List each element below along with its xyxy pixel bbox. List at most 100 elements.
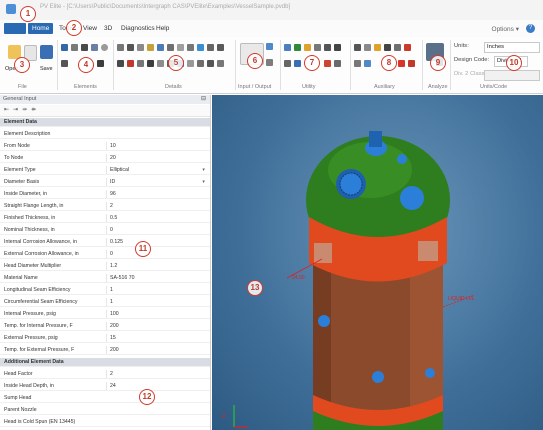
tab-help[interactable]: Help (152, 23, 173, 34)
property-row[interactable]: Head Diameter Multiplier 1.2 (0, 262, 210, 272)
pin-icon[interactable]: ⊟ (201, 95, 206, 102)
units-utility-icon[interactable] (304, 44, 311, 51)
property-row[interactable]: Inside Head Depth, in 24 (0, 382, 210, 392)
property-row[interactable]: Sump Head (0, 394, 210, 404)
report-icon[interactable] (266, 59, 273, 66)
tab-3d[interactable]: 3D (100, 23, 116, 34)
support-icon[interactable] (217, 60, 224, 67)
property-row[interactable]: Element Description (0, 130, 210, 140)
edit-utility-icon[interactable] (284, 60, 291, 67)
property-value[interactable]: SA-516 70 (106, 274, 206, 282)
list-aux-icon[interactable] (354, 60, 361, 67)
red-square-icon[interactable] (398, 60, 405, 67)
property-row[interactable]: External Corrosion Allowance, in 0 (0, 250, 210, 260)
flag-icon[interactable] (404, 44, 411, 51)
drawing-icon[interactable] (354, 44, 361, 51)
tools-utility-icon[interactable] (314, 44, 321, 51)
tab-home[interactable]: Home (28, 23, 54, 34)
sphere-element-icon[interactable] (101, 44, 108, 51)
liquid-icon[interactable] (197, 44, 204, 51)
file-menu-button[interactable] (4, 23, 26, 34)
property-value[interactable]: 200 (106, 322, 206, 330)
seismic-icon[interactable] (187, 60, 194, 67)
dxf-icon[interactable] (394, 44, 401, 51)
property-row[interactable]: Longitudinal Seam Efficiency 1 (0, 286, 210, 296)
calculator-icon[interactable] (284, 44, 291, 51)
material-db-icon[interactable] (294, 44, 301, 51)
property-value[interactable]: 1 (106, 298, 206, 306)
clip-icon[interactable] (157, 60, 164, 67)
save-file-icon[interactable] (40, 45, 53, 59)
table-utility-icon[interactable] (294, 60, 301, 67)
property-value[interactable]: ID (106, 178, 206, 186)
property-row[interactable]: External Pressure, psig 15 (0, 334, 210, 344)
property-row[interactable]: Circumferential Seam Efficiency 1 (0, 298, 210, 308)
property-value[interactable]: 0.5 (106, 214, 206, 222)
options-menu[interactable]: Options ▾ (492, 25, 519, 33)
property-row[interactable]: Inside Diameter, in 96 (0, 190, 210, 200)
search-utility-icon[interactable] (324, 44, 331, 51)
dropdown-arrow-icon[interactable]: ▾ (202, 178, 205, 186)
cylinder-element-icon[interactable] (61, 44, 68, 51)
weight-detail-icon[interactable] (137, 44, 144, 51)
lug-icon[interactable] (217, 44, 224, 51)
back-arrow-icon[interactable]: ⇤ (4, 106, 9, 113)
flange-element-icon[interactable] (91, 44, 98, 51)
units-select[interactable]: Inches (484, 42, 540, 53)
property-value[interactable]: Elliptical (106, 166, 206, 174)
collapse-icon[interactable]: ⇻ (31, 106, 36, 113)
property-row[interactable]: Internal Corrosion Allowance, in 0.125 (0, 238, 210, 248)
property-row[interactable]: Parent Nozzle (0, 406, 210, 416)
property-value[interactable]: 0 (106, 226, 206, 234)
red-square-alt-icon[interactable] (408, 60, 415, 67)
property-row[interactable]: Temp. for External Pressure, F 200 (0, 346, 210, 356)
property-row[interactable]: Head is Cold Spun (EN 13445) (0, 418, 210, 428)
property-row[interactable]: From Node 10 (0, 142, 210, 152)
tray-icon[interactable] (207, 44, 214, 51)
help-icon[interactable]: ? (526, 24, 535, 33)
measure-icon[interactable] (374, 44, 381, 51)
graph-utility-icon[interactable] (324, 60, 331, 67)
halfpipe-icon[interactable] (137, 60, 144, 67)
property-value[interactable]: 10 (106, 142, 206, 150)
property-row[interactable]: Nominal Thickness, in 0 (0, 226, 210, 236)
force-moment-icon[interactable] (147, 44, 154, 51)
anchor-icon[interactable] (207, 60, 214, 67)
expand-icon[interactable]: ⇸ (22, 106, 27, 113)
saddle-icon[interactable] (117, 60, 124, 67)
property-value[interactable]: 100 (106, 310, 206, 318)
ring-icon[interactable] (147, 60, 154, 67)
property-value[interactable]: 96 (106, 190, 206, 198)
property-row[interactable]: To Node 20 (0, 154, 210, 164)
property-row[interactable]: Temp. for Internal Pressure, F 200 (0, 322, 210, 332)
property-row[interactable]: Diameter Basis ID ▾ (0, 178, 210, 188)
property-row[interactable]: Internal Pressure, psig 100 (0, 310, 210, 320)
property-value[interactable]: 20 (106, 154, 206, 162)
property-row[interactable]: Material Name SA-516 70 (0, 274, 210, 284)
list-dialog-icon[interactable] (266, 43, 273, 50)
leg-icon[interactable] (127, 60, 134, 67)
lining-icon[interactable] (187, 44, 194, 51)
forward-arrow-icon[interactable]: ⇥ (13, 106, 18, 113)
body-flange-icon[interactable] (61, 60, 68, 67)
nozzle-detail-icon[interactable] (127, 44, 134, 51)
elliptical-head-icon[interactable] (71, 44, 78, 51)
property-row[interactable]: Straight Flange Length, in 2 (0, 202, 210, 212)
dropdown-arrow-icon[interactable]: ▾ (202, 166, 205, 174)
property-value[interactable]: 1.2 (106, 262, 206, 270)
save-button[interactable]: Save (40, 66, 53, 72)
skirt-element-icon[interactable] (97, 60, 104, 67)
property-value[interactable]: 15 (106, 334, 206, 342)
export-utility-icon[interactable] (334, 60, 341, 67)
property-row[interactable]: Finished Thickness, in 0.5 (0, 214, 210, 224)
property-value[interactable]: 1 (106, 286, 206, 294)
base-ring-icon[interactable] (197, 60, 204, 67)
property-row[interactable]: Element Type Elliptical ▾ (0, 166, 210, 176)
3d-viewport[interactable]: 24.00 LIQUID LVL Z (212, 95, 543, 430)
property-row[interactable]: Head Factor 2 (0, 370, 210, 380)
property-value[interactable]: 2 (106, 370, 206, 378)
lambda-utility-icon[interactable] (334, 44, 341, 51)
div2-class-select[interactable] (484, 70, 540, 81)
cone-element-icon[interactable] (81, 44, 88, 51)
property-value[interactable]: 0.125 (106, 238, 206, 246)
